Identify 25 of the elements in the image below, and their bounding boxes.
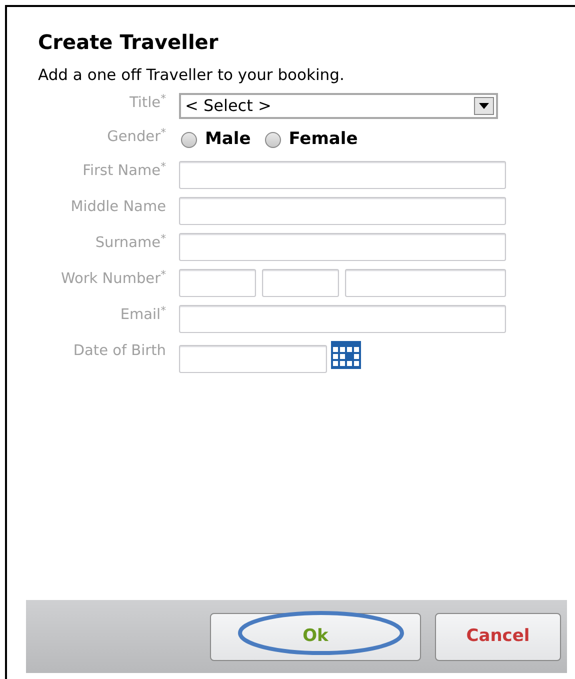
field-label: Middle Name [70,198,166,217]
title-dropdown[interactable]: < Select > [179,93,498,119]
text-field[interactable] [179,161,506,189]
field-label: Gender$^{*}$ [106,127,166,147]
number-field[interactable] [345,269,506,297]
field-label: Work Number$^{*}$ [60,269,166,289]
area-code-field[interactable] [179,269,256,297]
text-field[interactable] [179,197,506,225]
dialog-title: Create Traveller [38,29,220,55]
text-field[interactable] [179,305,506,333]
prefix-field[interactable] [262,269,339,297]
field-label: Surname$^{*}$ [94,233,166,253]
field-label: First Name$^{*}$ [82,161,166,181]
field-label: Email$^{*}$ [119,305,166,325]
cancel-button[interactable]: Cancel [435,612,561,660]
radio-button[interactable] [181,132,197,148]
field-label: Title$^{*}$ [128,93,166,113]
radio-option[interactable]: Female [264,127,358,153]
field-label: Date of Birth [72,342,166,361]
calendar-icon[interactable] [331,341,361,369]
date-field[interactable] [179,345,327,373]
radio-option[interactable]: Male [181,127,251,153]
dialog-description: Add a one off Traveller to your booking. [38,65,346,85]
radio-button[interactable] [264,132,281,148]
text-field[interactable] [179,233,506,261]
